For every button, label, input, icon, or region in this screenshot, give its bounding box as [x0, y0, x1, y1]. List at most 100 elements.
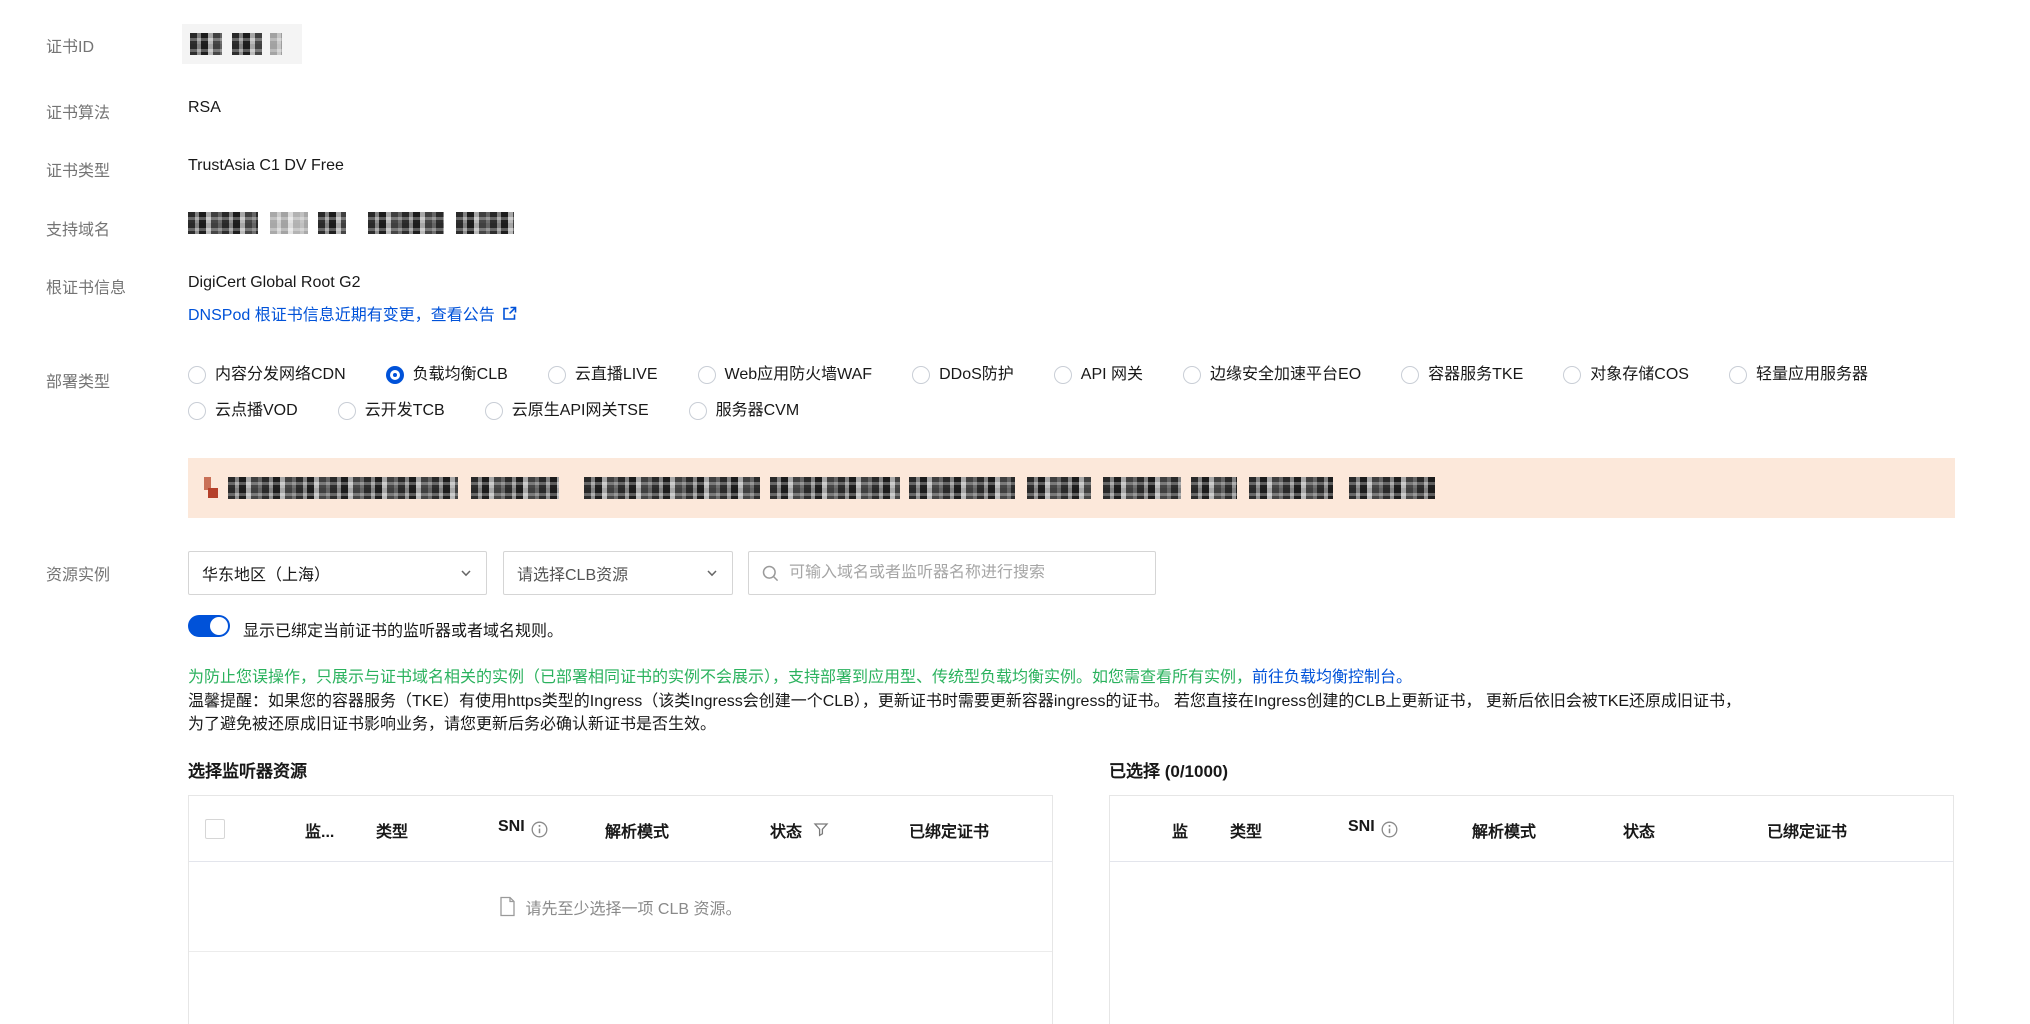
radio-icon [1401, 366, 1420, 384]
column-parse-mode: 解析模式 [605, 824, 670, 841]
radio-icon [1183, 366, 1202, 384]
radio-option-label: 容器服务TKE [1428, 366, 1524, 383]
column-type: 类型 [1230, 824, 1263, 841]
column-bound-cert: 已绑定证书 [909, 824, 990, 841]
redacted-block [270, 33, 282, 55]
radio-icon [912, 366, 931, 384]
select-all-checkbox[interactable] [205, 819, 225, 839]
cert-type-value: TrustAsia C1 DV Free [188, 157, 344, 174]
domains-label: 支持域名 [46, 222, 111, 239]
region-select[interactable]: 华东地区（上海） [188, 551, 487, 595]
info-icon[interactable] [531, 821, 548, 838]
radio-icon [188, 366, 206, 384]
redacted-block [770, 477, 900, 499]
deploy-type-option[interactable]: 云点播VOD [188, 400, 298, 422]
algorithm-label: 证书算法 [46, 105, 111, 122]
deploy-type-option[interactable]: Web应用防火墙WAF [697, 364, 872, 386]
redacted-block [228, 477, 458, 499]
column-status: 状态 [770, 824, 803, 841]
column-status: 状态 [1623, 824, 1656, 841]
root-notice-link[interactable]: DNSPod 根证书信息近期有变更，查看公告 [188, 301, 495, 325]
redacted-block [1349, 477, 1435, 499]
external-link-icon[interactable] [501, 305, 518, 322]
algorithm-value: RSA [188, 99, 221, 116]
deploy-type-option[interactable]: 云开发TCB [337, 400, 445, 422]
select-listener-title: 选择监听器资源 [188, 762, 307, 781]
redacted-block [1103, 477, 1181, 499]
clb-resource-select[interactable]: 请选择CLB资源 [503, 551, 733, 595]
root-info-value: DigiCert Global Root G2 [188, 274, 361, 291]
radio-icon [188, 402, 206, 420]
radio-option-label: 负载均衡CLB [412, 366, 508, 383]
redacted-block [471, 477, 559, 499]
cert-type-label: 证书类型 [46, 163, 111, 180]
column-bound-cert: 已绑定证书 [1767, 824, 1848, 841]
notices: 为防止您误操作，只展示与证书域名相关的实例（已部署相同证书的实例不会展示），支持… [188, 666, 1978, 737]
radio-option-label: 边缘安全加速平台EO [1210, 366, 1362, 383]
info-icon[interactable] [1381, 821, 1398, 838]
column-parse-mode: 解析模式 [1472, 824, 1537, 841]
radio-icon [547, 366, 566, 384]
column-listener: 监... [305, 824, 335, 841]
deploy-type-option[interactable]: 云直播LIVE [547, 364, 658, 386]
radio-option-label: 云直播LIVE [574, 366, 658, 383]
radio-option-label: 轻量应用服务器 [1755, 366, 1868, 383]
radio-icon [697, 366, 716, 384]
clb-console-link[interactable]: 前往负载均衡控制台。 [1252, 669, 1412, 686]
filter-icon[interactable] [813, 821, 829, 838]
deploy-type-option[interactable]: 对象存储COS [1563, 364, 1689, 386]
listener-table: 监... 类型 SNI 解析模式 状态 已绑定证书 请先至少选择一项 CLB 资… [188, 795, 1053, 1024]
radio-icon [1053, 366, 1072, 384]
radio-option-label: 服务器CVM [715, 402, 800, 419]
toggle-label: 显示已绑定当前证书的监听器或者域名规则。 [243, 623, 564, 640]
deploy-type-option[interactable]: 轻量应用服务器 [1728, 364, 1868, 386]
radio-option-label: 内容分发网络CDN [215, 366, 346, 383]
column-sni: SNI [1348, 818, 1375, 835]
redacted-block [456, 212, 514, 234]
radio-option-label: 云点播VOD [215, 402, 298, 419]
chevron-down-icon [705, 566, 719, 580]
selected-table: 监 类型 SNI 解析模式 状态 已绑定证书 [1109, 795, 1954, 1024]
green-notice-text: 为防止您误操作，只展示与证书域名相关的实例（已部署相同证书的实例不会展示），支持… [188, 669, 1253, 686]
column-type: 类型 [376, 824, 409, 841]
radio-option-label: API 网关 [1080, 366, 1144, 383]
deploy-type-option[interactable]: 边缘安全加速平台EO [1183, 364, 1361, 386]
radio-icon [1563, 366, 1582, 384]
redacted-block [584, 477, 760, 499]
radio-icon [385, 366, 404, 384]
show-bound-listeners-toggle[interactable] [188, 615, 230, 637]
document-icon [499, 896, 516, 917]
banner-redacted-text [228, 477, 1435, 499]
redacted-block [188, 212, 258, 234]
radio-option-label: 对象存储COS [1590, 366, 1689, 383]
chevron-down-icon [459, 566, 473, 580]
redacted-block [318, 212, 346, 234]
deploy-type-radio-group: 内容分发网络CDN 负载均衡CLB 云直播LIVE Web应用防火墙WAF DD… [188, 364, 1988, 422]
redacted-block [270, 212, 308, 234]
cert-id-redacted-value [182, 24, 302, 64]
deploy-type-option[interactable]: 容器服务TKE [1401, 364, 1523, 386]
deploy-type-option[interactable]: API 网关 [1053, 364, 1144, 386]
redacted-block [909, 477, 1015, 499]
radio-icon [337, 402, 356, 420]
redacted-block [368, 212, 444, 234]
clb-select-placeholder: 请选择CLB资源 [517, 567, 629, 584]
root-info-label: 根证书信息 [46, 280, 127, 297]
radio-option-label: DDoS防护 [939, 366, 1014, 383]
deploy-type-option[interactable]: 负载均衡CLB [385, 364, 508, 386]
deploy-type-option[interactable]: 服务器CVM [688, 400, 800, 422]
redacted-block [190, 33, 222, 55]
reminder-line-1: 温馨提醒：如果您的容器服务（TKE）有使用https类型的Ingress（该类I… [188, 692, 1742, 710]
listener-table-header: 监... 类型 SNI 解析模式 状态 已绑定证书 [189, 796, 1052, 862]
warning-icon [202, 475, 220, 501]
domains-redacted-value [188, 210, 514, 236]
cert-id-label: 证书ID [46, 39, 95, 56]
radio-option-label: 云原生API网关TSE [511, 402, 649, 419]
deploy-certificate-page: 证书ID 证书算法 证书类型 支持域名 根证书信息 部署类型 资源实例 RSA … [0, 0, 2030, 1024]
search-input[interactable] [789, 564, 1143, 582]
deploy-type-option[interactable]: DDoS防护 [912, 364, 1014, 386]
search-box[interactable] [748, 551, 1156, 595]
deploy-type-option[interactable]: 云原生API网关TSE [484, 400, 649, 422]
deploy-type-option[interactable]: 内容分发网络CDN [188, 364, 346, 386]
selected-count-title: 已选择 (0/1000) [1109, 762, 1229, 781]
